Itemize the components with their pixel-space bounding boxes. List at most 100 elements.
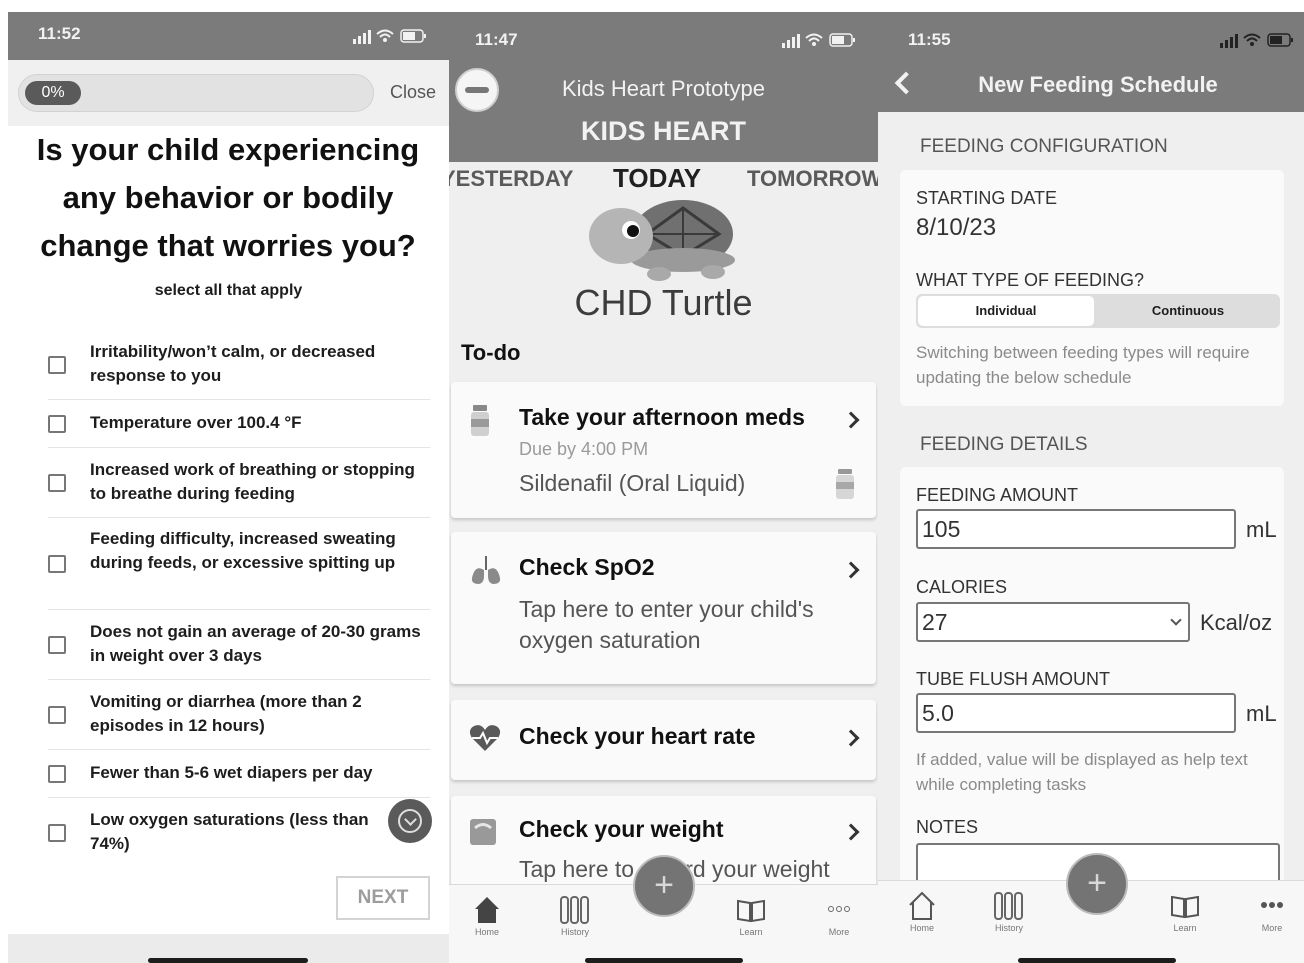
amount-label: FEEDING AMOUNT	[916, 485, 1079, 505]
option-item[interactable]: Fewer than 5-6 wet diapers per day	[48, 750, 430, 798]
nav-history[interactable]: History	[545, 891, 605, 937]
option-item[interactable]: Low oxygen saturations (less than 74%)	[48, 798, 430, 868]
status-time: 11:55	[908, 30, 951, 49]
checkbox[interactable]	[48, 474, 66, 492]
bottom-nav: Home History + Learn More	[449, 855, 878, 963]
close-button[interactable]: Close	[390, 82, 436, 103]
chevron-right-icon	[842, 823, 860, 841]
checkbox[interactable]	[48, 765, 66, 783]
feeding-amount-input[interactable]: 105	[916, 509, 1236, 549]
option-label: Increased work of breathing or stopping …	[90, 460, 415, 503]
checkbox[interactable]	[48, 636, 66, 654]
option-label: Vomiting or diarrhea (more than 2 episod…	[90, 692, 362, 735]
nav-learn[interactable]: Learn	[721, 891, 781, 937]
feeding-type-label: WHAT TYPE OF FEEDING?	[916, 270, 1145, 290]
task-card-heart-rate[interactable]: Check your heart rate	[451, 700, 876, 780]
plus-icon: +	[1087, 864, 1107, 902]
task-title: Check your heart rate	[519, 723, 756, 749]
nav-learn[interactable]: Learn	[1155, 887, 1215, 933]
checkbox[interactable]	[48, 706, 66, 724]
next-button[interactable]: NEXT	[336, 876, 430, 920]
day-tab-tomorrow[interactable]: TOMORROW	[747, 166, 878, 192]
segment-continuous[interactable]: Continuous	[1098, 296, 1278, 326]
day-tab-today[interactable]: TODAY	[613, 163, 701, 194]
flush-help: If added, value will be displayed as hel…	[916, 750, 1248, 794]
task-card-meds[interactable]: Take your afternoon meds Due by 4:00 PM …	[451, 382, 876, 518]
lungs-icon	[471, 556, 501, 584]
screen-title: New Feeding Schedule	[978, 72, 1218, 97]
amount-unit: mL	[1246, 517, 1277, 542]
day-tab-yesterday[interactable]: YESTERDAY	[449, 166, 573, 192]
option-item[interactable]: Temperature over 100.4 °F	[48, 400, 430, 448]
add-button[interactable]: +	[633, 855, 695, 917]
add-button[interactable]: +	[1066, 853, 1128, 915]
feeding-type-segmented-control: Individual Continuous	[916, 294, 1280, 328]
chevron-down-icon	[398, 809, 422, 833]
chevron-right-icon	[842, 561, 860, 579]
nav-home[interactable]: Home	[457, 891, 517, 937]
medicine-bottle-icon	[471, 405, 489, 436]
nav-label: More	[828, 927, 850, 937]
checkbox[interactable]	[48, 555, 66, 573]
segment-individual[interactable]: Individual	[918, 296, 1094, 326]
app-header: Kids Heart Prototype KIDS HEART	[449, 60, 878, 162]
home-indicator	[148, 958, 308, 963]
nav-history[interactable]: History	[979, 887, 1039, 933]
option-label: Temperature over 100.4 °F	[90, 413, 302, 432]
nav-label: Learn	[1173, 923, 1197, 933]
option-item[interactable]: Does not gain an average of 20-30 grams …	[48, 610, 430, 680]
status-bar: 11:52	[8, 12, 449, 60]
section-heading-config: FEEDING CONFIGURATION	[920, 136, 1168, 157]
screen-header: New Feeding Schedule	[878, 60, 1304, 112]
status-icons	[782, 33, 855, 48]
option-label: Fewer than 5-6 wet diapers per day	[90, 763, 373, 782]
status-icons	[353, 29, 426, 44]
chevron-right-icon	[842, 411, 860, 429]
checkbox[interactable]	[48, 356, 66, 374]
nav-label: More	[1261, 923, 1283, 933]
option-item[interactable]: Irritability/won’t calm, or decreased re…	[48, 330, 430, 400]
home-icon	[475, 897, 499, 923]
task-detail: Sildenafil (Oral Liquid)	[519, 470, 746, 496]
nav-label: History	[994, 923, 1023, 933]
nav-label: Learn	[739, 927, 763, 937]
option-item[interactable]: Vomiting or diarrhea (more than 2 episod…	[48, 680, 430, 750]
plus-icon: +	[654, 866, 674, 904]
nav-more[interactable]: More	[1242, 887, 1302, 933]
app-title: Kids Heart Prototype	[562, 76, 765, 101]
task-card-spo2[interactable]: Check SpO2 Tap here to enter your child'…	[451, 532, 876, 684]
medicine-bottle-icon	[836, 469, 854, 499]
calories-select[interactable]: 27	[916, 602, 1190, 642]
book-icon	[737, 899, 765, 923]
checkbox[interactable]	[48, 415, 66, 433]
home-indicator	[585, 958, 743, 963]
scroll-down-button[interactable]	[388, 799, 432, 843]
chevron-right-icon	[842, 729, 860, 747]
option-item[interactable]: Feeding difficulty, increased sweating d…	[48, 518, 430, 610]
starting-date-value[interactable]: 8/10/23	[916, 214, 996, 242]
new-feeding-schedule-screen: 11:55 New Feeding Schedule FEEDING CONFI…	[878, 12, 1304, 963]
flush-label: TUBE FLUSH AMOUNT	[916, 669, 1111, 689]
nav-home[interactable]: Home	[892, 887, 952, 933]
section-heading-details: FEEDING DETAILS	[920, 434, 1088, 455]
tube-flush-input[interactable]: 5.0	[916, 693, 1236, 733]
checkbox[interactable]	[48, 824, 66, 842]
task-title: Check your weight	[519, 816, 724, 842]
notes-label: NOTES	[916, 817, 979, 837]
calories-label: CALORIES	[916, 577, 1008, 597]
status-bar: 11:55	[878, 12, 1304, 60]
nav-label: Home	[474, 927, 499, 937]
kids-heart-home-screen: 11:47 Kids Heart Prototype KIDS HEART YE…	[449, 12, 878, 963]
starting-date-label: STARTING DATE	[916, 188, 1058, 208]
bottom-nav: Home History + Learn More	[878, 853, 1304, 963]
flush-unit: mL	[1246, 701, 1277, 726]
more-icon	[828, 906, 850, 912]
brand-title: KIDS HEART	[580, 116, 746, 146]
todo-heading: To-do	[461, 340, 521, 365]
progress-percent: 0%	[25, 81, 81, 105]
status-time: 11:52	[38, 24, 81, 43]
nav-more[interactable]: More	[809, 891, 869, 937]
calories-unit: Kcal/oz	[1200, 610, 1273, 635]
switch-note: Switching between feeding types will req…	[916, 343, 1250, 387]
option-item[interactable]: Increased work of breathing or stopping …	[48, 448, 430, 518]
